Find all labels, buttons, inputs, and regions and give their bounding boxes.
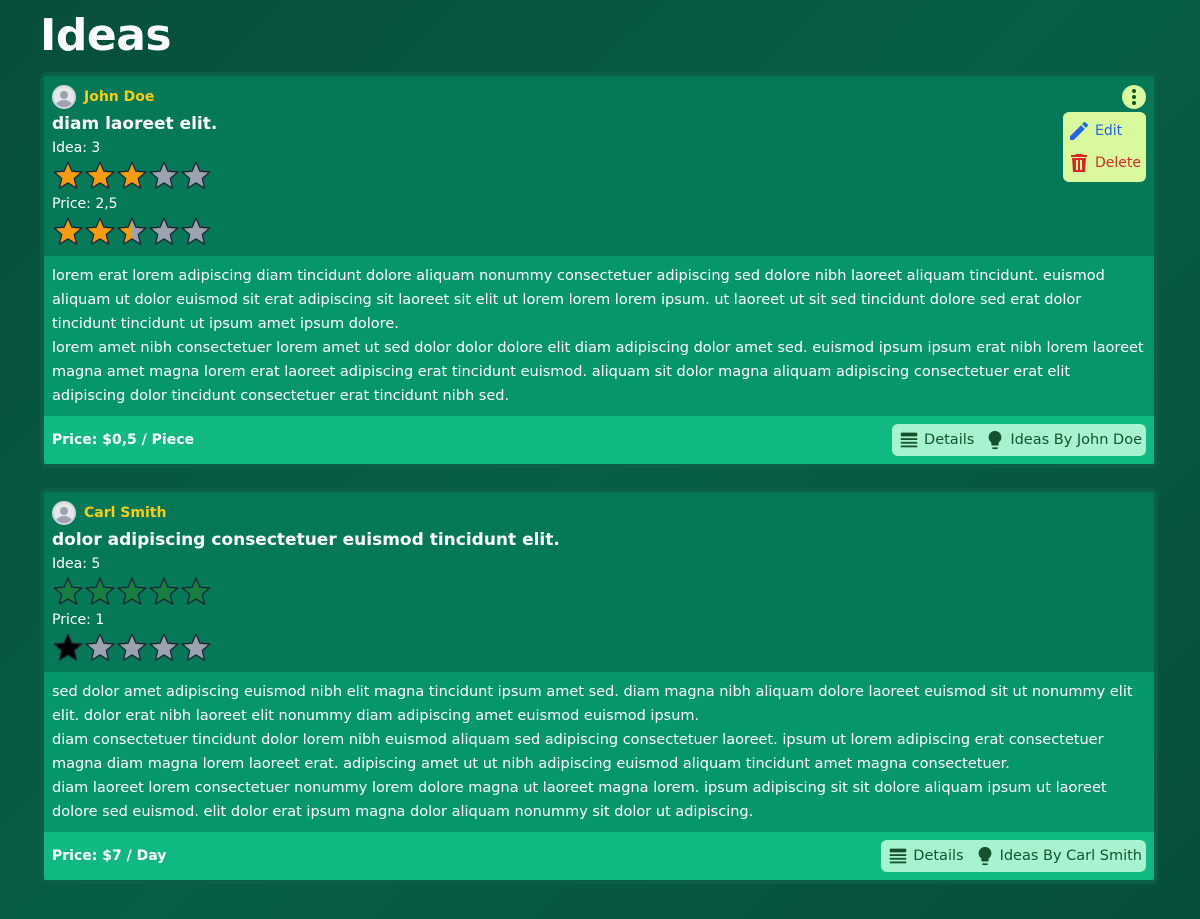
price-text: Price: $0,5 / Piece (52, 432, 194, 448)
star-icon (85, 217, 115, 245)
card-footer: Price: $0,5 / Piece Details Ideas By Joh… (44, 416, 1154, 464)
options-menu: Edit Delete (1063, 112, 1146, 182)
author-name[interactable]: Carl Smith (84, 505, 166, 521)
star-icon (85, 633, 115, 661)
description-paragraph: diam consectetuer tincidunt dolor lorem … (52, 732, 1104, 772)
author-name[interactable]: John Doe (84, 89, 154, 105)
lightbulb-icon (988, 430, 1002, 450)
star-icon (53, 577, 83, 605)
card-footer: Price: $7 / Day Details Ideas By Carl Sm… (44, 832, 1154, 880)
author-row: John Doe (52, 84, 1146, 110)
details-button[interactable]: Details (887, 845, 964, 867)
idea-card: Carl Smith dolor adipiscing consectetuer… (40, 488, 1158, 884)
description-paragraph: lorem amet nibh consectetuer lorem amet … (52, 340, 1144, 404)
star-icon (117, 577, 147, 605)
card-header: John Doe diam laoreet elit. Idea: 3 Pric… (44, 76, 1154, 256)
ideas-by-author-label: Ideas By John Doe (1010, 432, 1142, 448)
idea-card: John Doe diam laoreet elit. Idea: 3 Pric… (40, 72, 1158, 468)
star-icon (85, 161, 115, 189)
star-icon (117, 217, 147, 245)
idea-rating-label: Idea: 5 (52, 556, 101, 572)
more-options-icon[interactable] (1122, 85, 1146, 109)
star-icon (181, 161, 211, 189)
price-text: Price: $7 / Day (52, 848, 167, 864)
idea-rating-stars (52, 574, 1146, 608)
author-row: Carl Smith (52, 500, 1146, 526)
card-header: Carl Smith dolor adipiscing consectetuer… (44, 492, 1154, 672)
star-icon (53, 633, 83, 661)
ideas-by-author-label: Ideas By Carl Smith (999, 848, 1142, 864)
page-title: Ideas (40, 10, 172, 61)
ideas-by-author-button[interactable]: Ideas By Carl Smith (974, 845, 1142, 867)
star-icon (149, 161, 179, 189)
avatar[interactable] (52, 85, 76, 109)
idea-title: dolor adipiscing consectetuer euismod ti… (52, 530, 560, 550)
list-icon (890, 848, 907, 864)
star-icon (149, 577, 179, 605)
edit-label: Edit (1095, 123, 1123, 139)
star-icon (181, 217, 211, 245)
card-actions: Details Ideas By John Doe (892, 424, 1146, 456)
idea-rating-stars (52, 158, 1146, 192)
price-rating-stars (52, 630, 1146, 664)
idea-description: sed dolor amet adipiscing euismod nibh e… (44, 672, 1154, 832)
details-label: Details (924, 432, 975, 448)
idea-title: diam laoreet elit. (52, 114, 218, 134)
star-icon (53, 217, 83, 245)
card-actions: Details Ideas By Carl Smith (881, 840, 1146, 872)
delete-label: Delete (1095, 155, 1141, 171)
ideas-page: Ideas John Doe diam laoreet elit. Idea: … (0, 0, 1200, 919)
details-button[interactable]: Details (898, 429, 974, 451)
star-icon (117, 633, 147, 661)
star-icon (149, 217, 179, 245)
idea-rating-label: Idea: 3 (52, 140, 101, 156)
trash-icon (1071, 154, 1087, 172)
avatar[interactable] (52, 501, 76, 525)
star-icon (117, 161, 147, 189)
description-paragraph: lorem erat lorem adipiscing diam tincidu… (52, 268, 1105, 332)
idea-description: lorem erat lorem adipiscing diam tincidu… (44, 256, 1154, 416)
star-icon (53, 161, 83, 189)
ideas-by-author-button[interactable]: Ideas By John Doe (984, 429, 1142, 451)
description-paragraph: sed dolor amet adipiscing euismod nibh e… (52, 684, 1133, 724)
description-paragraph: diam laoreet lorem consectetuer nonummy … (52, 780, 1107, 820)
star-icon (85, 577, 115, 605)
list-icon (900, 432, 918, 448)
price-rating-stars (52, 214, 1146, 248)
pencil-icon (1070, 121, 1089, 140)
delete-menu-item[interactable]: Delete (1067, 147, 1142, 179)
lightbulb-icon (978, 846, 991, 866)
price-rating-label: Price: 1 (52, 612, 105, 628)
star-icon (181, 633, 211, 661)
star-icon (149, 633, 179, 661)
edit-menu-item[interactable]: Edit (1067, 115, 1142, 147)
details-label: Details (913, 848, 964, 864)
star-icon (181, 577, 211, 605)
price-rating-label: Price: 2,5 (52, 196, 118, 212)
